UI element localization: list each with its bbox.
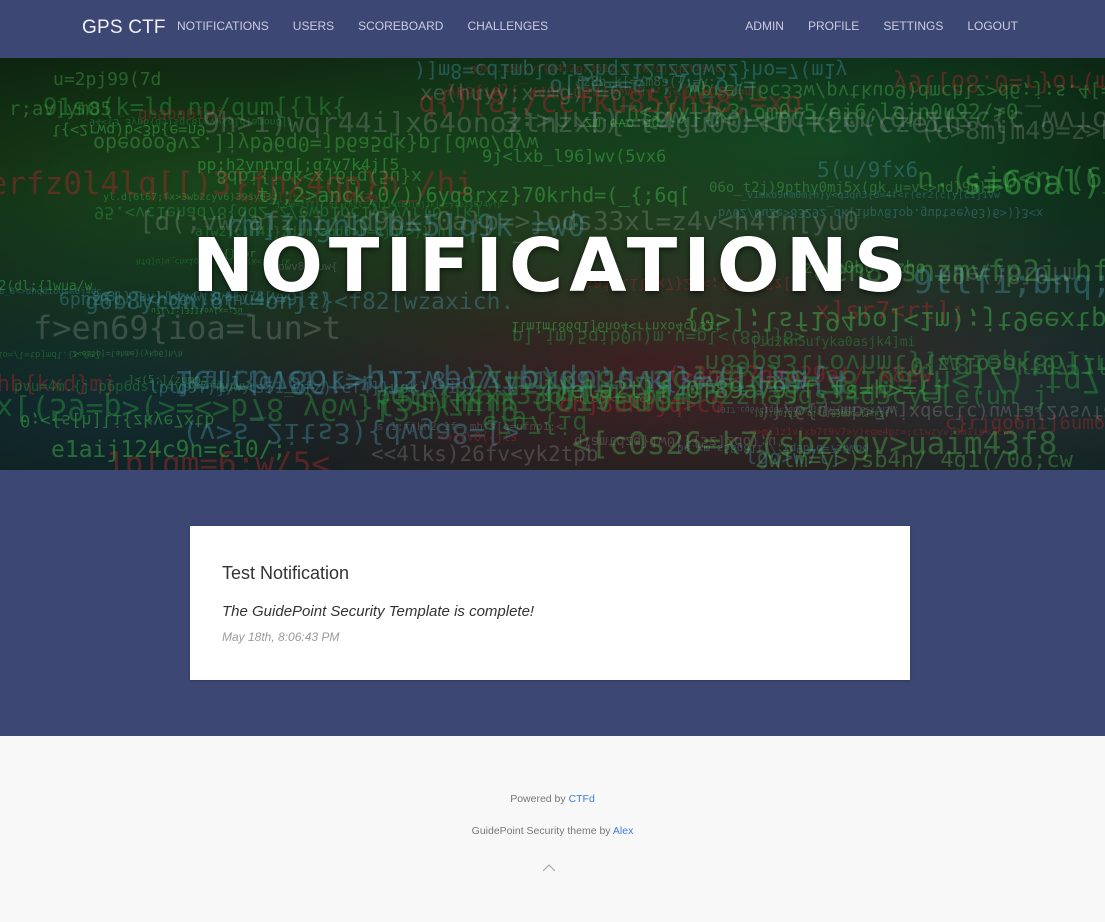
code-texture-line: 5(u/9fx6 xyxy=(817,158,919,182)
main-section: Test Notification The GuidePoint Securit… xyxy=(0,470,1105,736)
code-texture-line: lptg9f;}/=<s51_wfz).ef4]}uok}{)i9 xyxy=(149,378,467,397)
notification-title: Test Notification xyxy=(222,563,350,583)
theme-credit-text: GuidePoint Security theme by xyxy=(471,825,611,837)
top-navbar: GPS CTF NOTIFICATIONS USERS SCOREBOARD C… xyxy=(0,0,1105,58)
nav-challenges-link[interactable]: CHALLENGES xyxy=(467,19,548,33)
nav-settings-link[interactable]: SETTINGS xyxy=(883,19,943,33)
theme-credit-line: GuidePoint Security theme by Alex xyxy=(0,825,1105,837)
nav-logout-link[interactable]: LOGOUT xyxy=(967,19,1018,33)
powered-by-line: Powered by CTFd xyxy=(0,793,1105,805)
code-texture-line: 1lmimt86d1]6ho4<rrnxo4c)szt xyxy=(511,318,723,333)
code-texture-line: kg{_}1o=/l=tbjmdl.{s.0e7 xyxy=(0,349,101,359)
code-texture-line: 2wlm=y>)sb4n/_4g1(/0o;cw xyxy=(755,448,1073,470)
hero-banner: p].jm)5qib0u)m.u=pl<(89]j8> j.oe=zff)7.5l… xyxy=(0,58,1105,470)
notification-card: Test Notification The GuidePoint Securit… xyxy=(190,526,910,680)
chevron-up-icon[interactable] xyxy=(543,862,555,874)
notification-body: The GuidePoint Security Template is comp… xyxy=(222,603,535,620)
page-title: NOTIFICATIONS xyxy=(192,223,913,309)
alex-link[interactable]: Alex xyxy=(613,825,633,837)
code-texture-line: yl.d[6t67;fx>3wb2cyv6)39sy63z xyxy=(103,192,278,203)
nav-profile-link[interactable]: PROFILE xyxy=(808,19,859,33)
code-texture-line: obeooo9vz.]jyb96q0=jb6a5qk}pl[dwo/qyw xyxy=(93,132,539,156)
nav-notifications-link[interactable]: NOTIFICATIONS xyxy=(177,19,269,33)
nav-right: ADMIN PROFILE SETTINGS LOGOUT xyxy=(745,19,1018,33)
code-texture-line: bv02/0u2e>8329z_dk[ihpv81op.gubtsey63)6>… xyxy=(718,206,1044,220)
notification-timestamp: May 18th, 8:06:43 PM xyxy=(222,630,340,644)
nav-users-link[interactable]: USERS xyxy=(293,19,334,33)
code-texture-line: {0>];lsf194po]<1m);jt9eextp0 xyxy=(684,305,1105,335)
nav-left: NOTIFICATIONS USERS SCOREBOARD CHALLENGE… xyxy=(177,19,572,33)
nav-admin-link[interactable]: ADMIN xyxy=(745,19,784,33)
brand-link[interactable]: GPS CTF xyxy=(82,17,166,39)
code-texture-line: u=2pj99(7d xyxy=(53,69,162,90)
code-texture-line: pdte}kcxx336j1gl{pg45o2zhasgs34d5cy=[e(u… xyxy=(375,381,1049,411)
code-texture-line: r;av]ym85 xyxy=(9,98,112,120)
nav-scoreboard-link[interactable]: SCOREBOARD xyxy=(358,19,443,33)
code-texture-line: <<4lks)26fv<yk2tpb xyxy=(371,442,599,466)
code-texture-line: e1aij124c9n=c10/; xyxy=(51,437,287,463)
footer: Powered by CTFd GuidePoint Security them… xyxy=(0,736,1105,922)
code-texture-line: _v1mxo9nm0m[h}y<q3qn3{d=4f<r(er2(c[y[c1j… xyxy=(741,190,1000,201)
powered-by-text: Powered by xyxy=(510,793,566,805)
code-texture-line: q)amtdzg}1w0(}{5z]zdo);u xyxy=(574,433,777,449)
code-texture-line: <>2yv0({jls xyxy=(438,430,518,444)
code-texture-line: t);2>anck;0/))6yq8rxz}70krhd=(_{;6q[ xyxy=(257,183,691,207)
code-texture-line: (c>8mjm49=z>btne6gx9<3be=>b{<h5s;<85cq[ xyxy=(920,116,1105,145)
code-texture-line: xe(huyy;x==g);=6 xyxy=(420,81,623,105)
ctfd-link[interactable]: CTFd xyxy=(569,793,595,805)
